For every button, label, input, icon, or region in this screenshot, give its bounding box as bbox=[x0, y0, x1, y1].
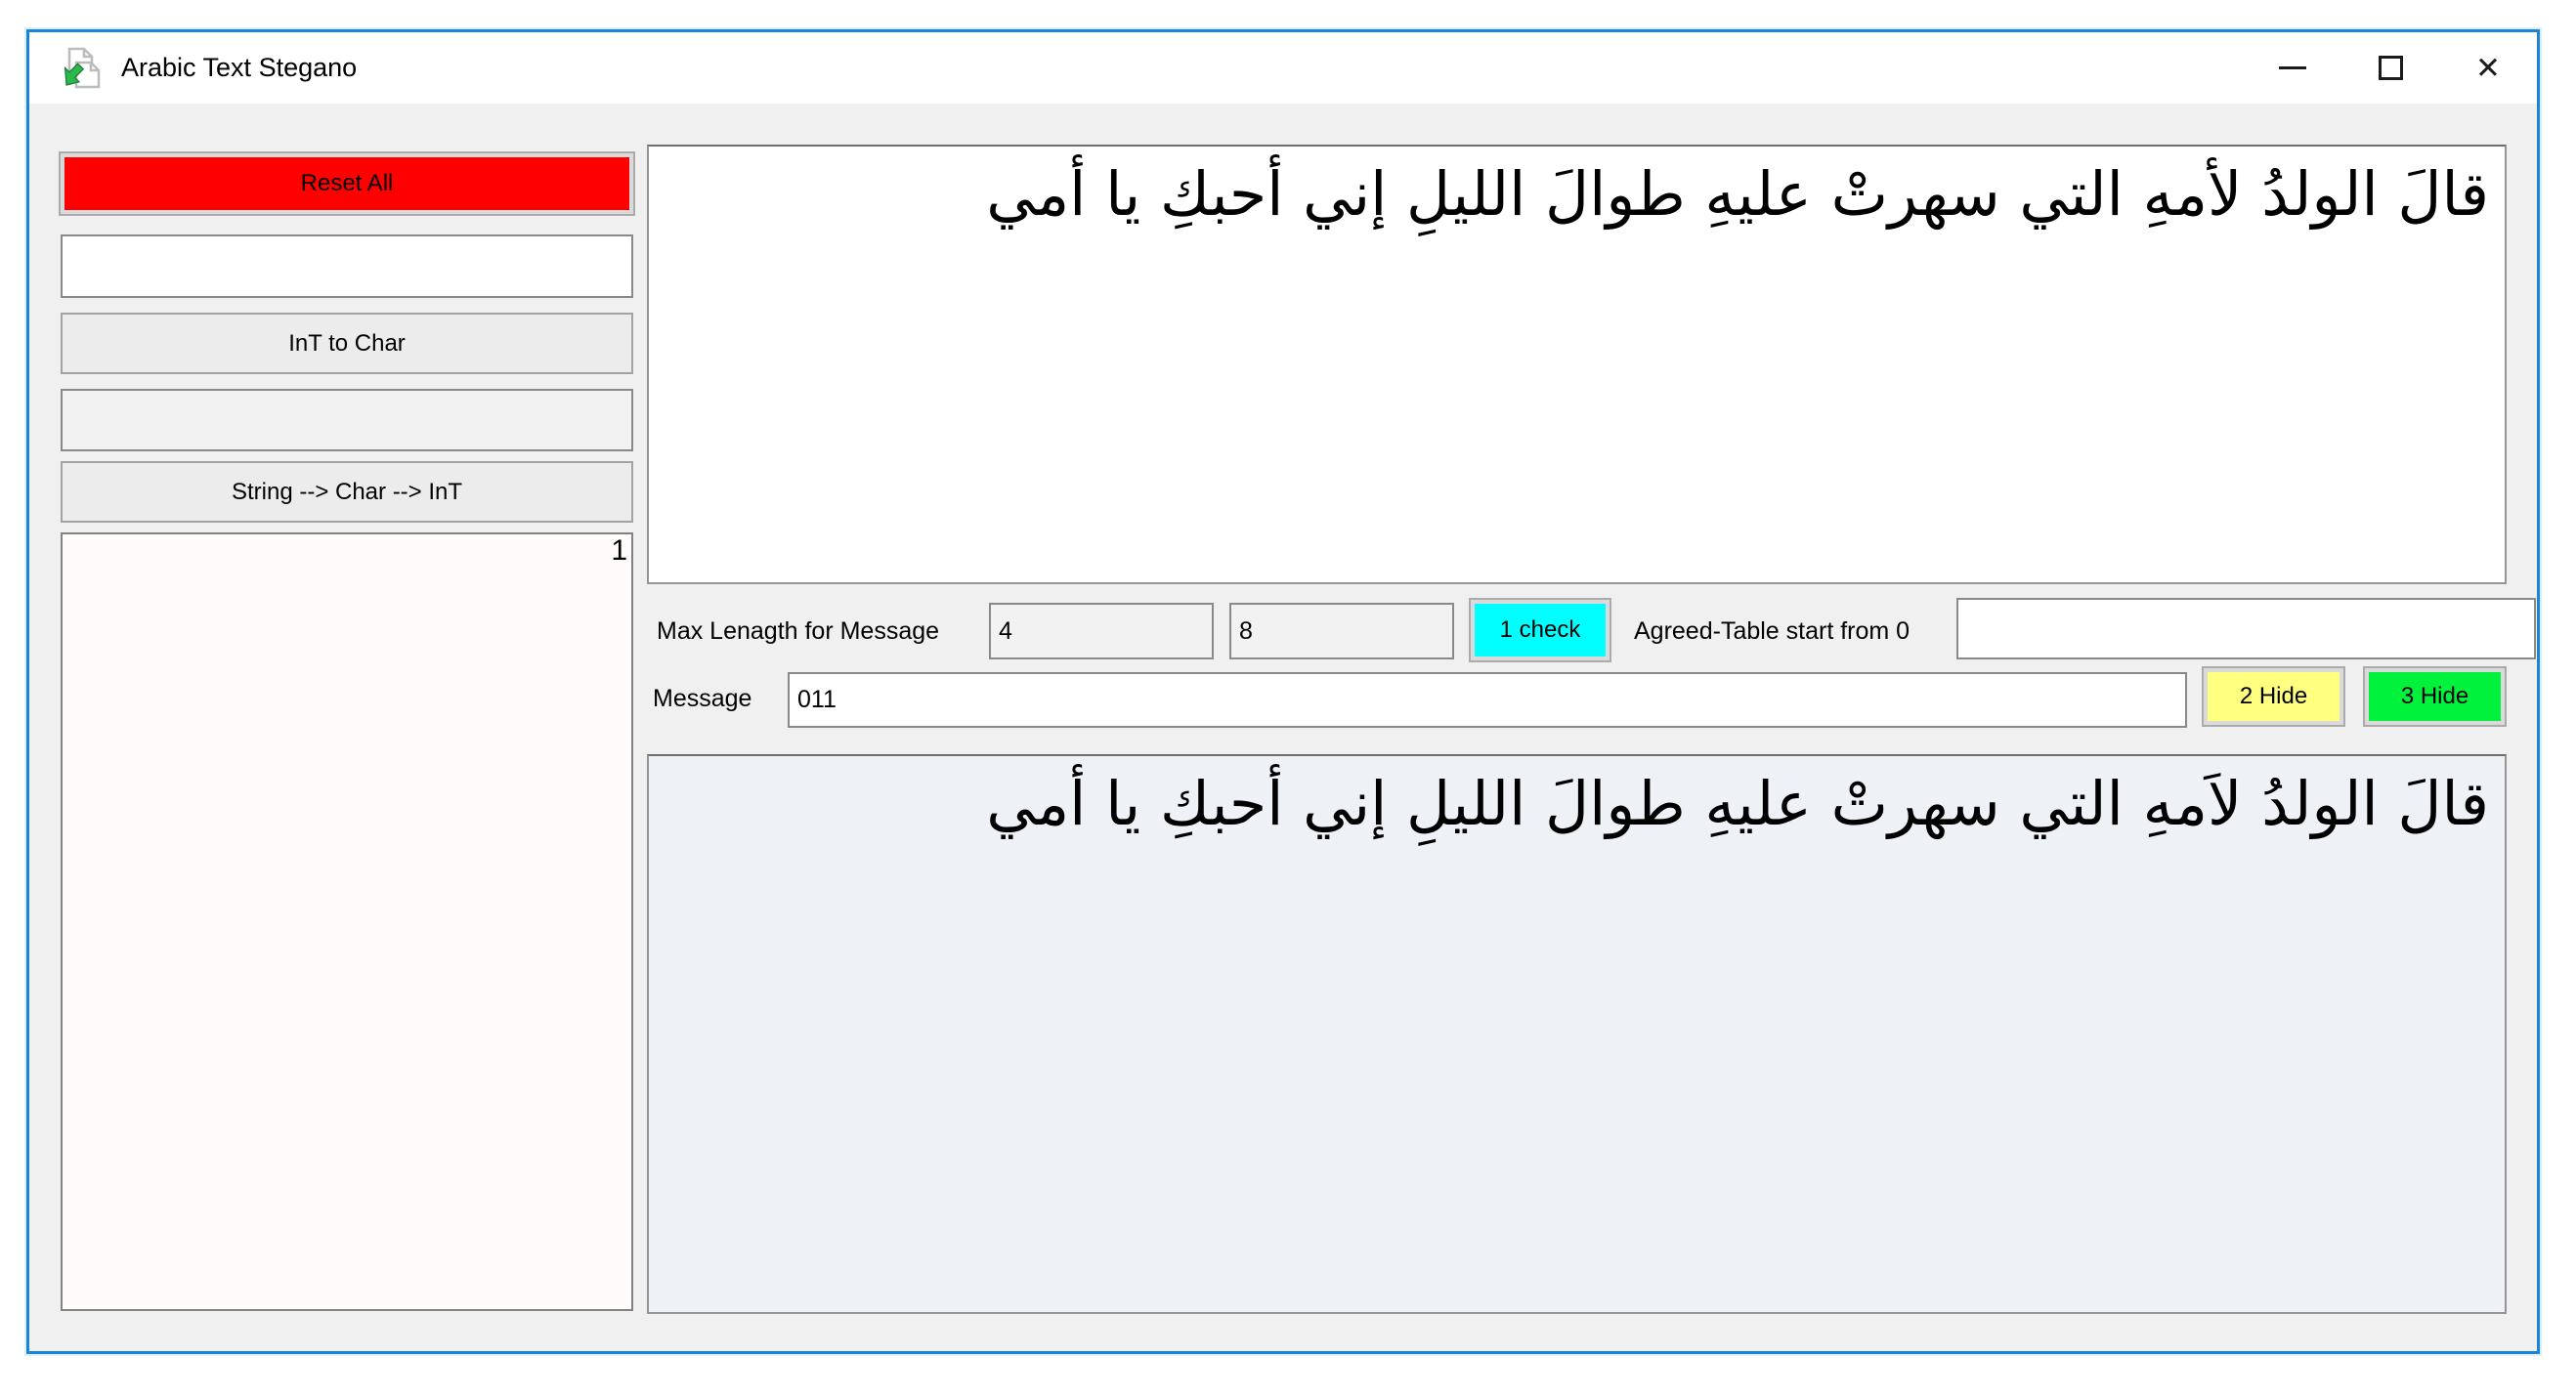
int-to-char-button[interactable]: InT to Char bbox=[61, 313, 633, 374]
window-title: Arabic Text Stegano bbox=[121, 53, 357, 83]
original-cover-textarea[interactable]: قالَ الولدُ لأمهِ التي سهرتْ عليهِ طوالَ… bbox=[647, 145, 2507, 584]
app-window: Arabic Text Stegano ✕ Reset All InT to C… bbox=[26, 29, 2540, 1354]
list-item[interactable]: 1 bbox=[63, 534, 631, 566]
minimize-button[interactable] bbox=[2244, 32, 2341, 104]
message-label: Message bbox=[653, 670, 751, 727]
reset-all-button[interactable]: Reset All bbox=[61, 153, 633, 214]
close-button[interactable]: ✕ bbox=[2439, 32, 2537, 104]
hide-3-button[interactable]: 3 Hide bbox=[2365, 668, 2505, 725]
titlebar: Arabic Text Stegano ✕ bbox=[29, 32, 2537, 104]
int-input[interactable] bbox=[61, 234, 633, 298]
check-button[interactable]: 1 check bbox=[1471, 600, 1610, 660]
char-result-field[interactable] bbox=[61, 389, 633, 451]
minimize-icon bbox=[2279, 66, 2306, 69]
maximize-icon bbox=[2379, 56, 2403, 80]
close-icon: ✕ bbox=[2475, 51, 2501, 86]
agreed-table-field[interactable] bbox=[1956, 598, 2536, 659]
maximize-button[interactable] bbox=[2341, 32, 2439, 104]
agreed-table-label: Agreed-Table start from 0 bbox=[1634, 603, 1910, 659]
message-field[interactable] bbox=[788, 672, 2187, 728]
hide-2-button[interactable]: 2 Hide bbox=[2204, 668, 2343, 725]
window-controls: ✕ bbox=[2244, 32, 2537, 104]
bits-field[interactable] bbox=[1229, 603, 1454, 659]
results-listbox[interactable]: 1 bbox=[61, 532, 633, 1311]
stego-output-textarea[interactable]: قالَ الولدُ لاَمهِ التي سهرتْ عليهِ طوال… bbox=[647, 754, 2507, 1314]
max-length-label: Max Lenagth for Message bbox=[657, 603, 939, 659]
string-char-int-button[interactable]: String --> Char --> InT bbox=[61, 461, 633, 523]
app-icon bbox=[59, 46, 104, 91]
max-length-field[interactable] bbox=[989, 603, 1214, 659]
